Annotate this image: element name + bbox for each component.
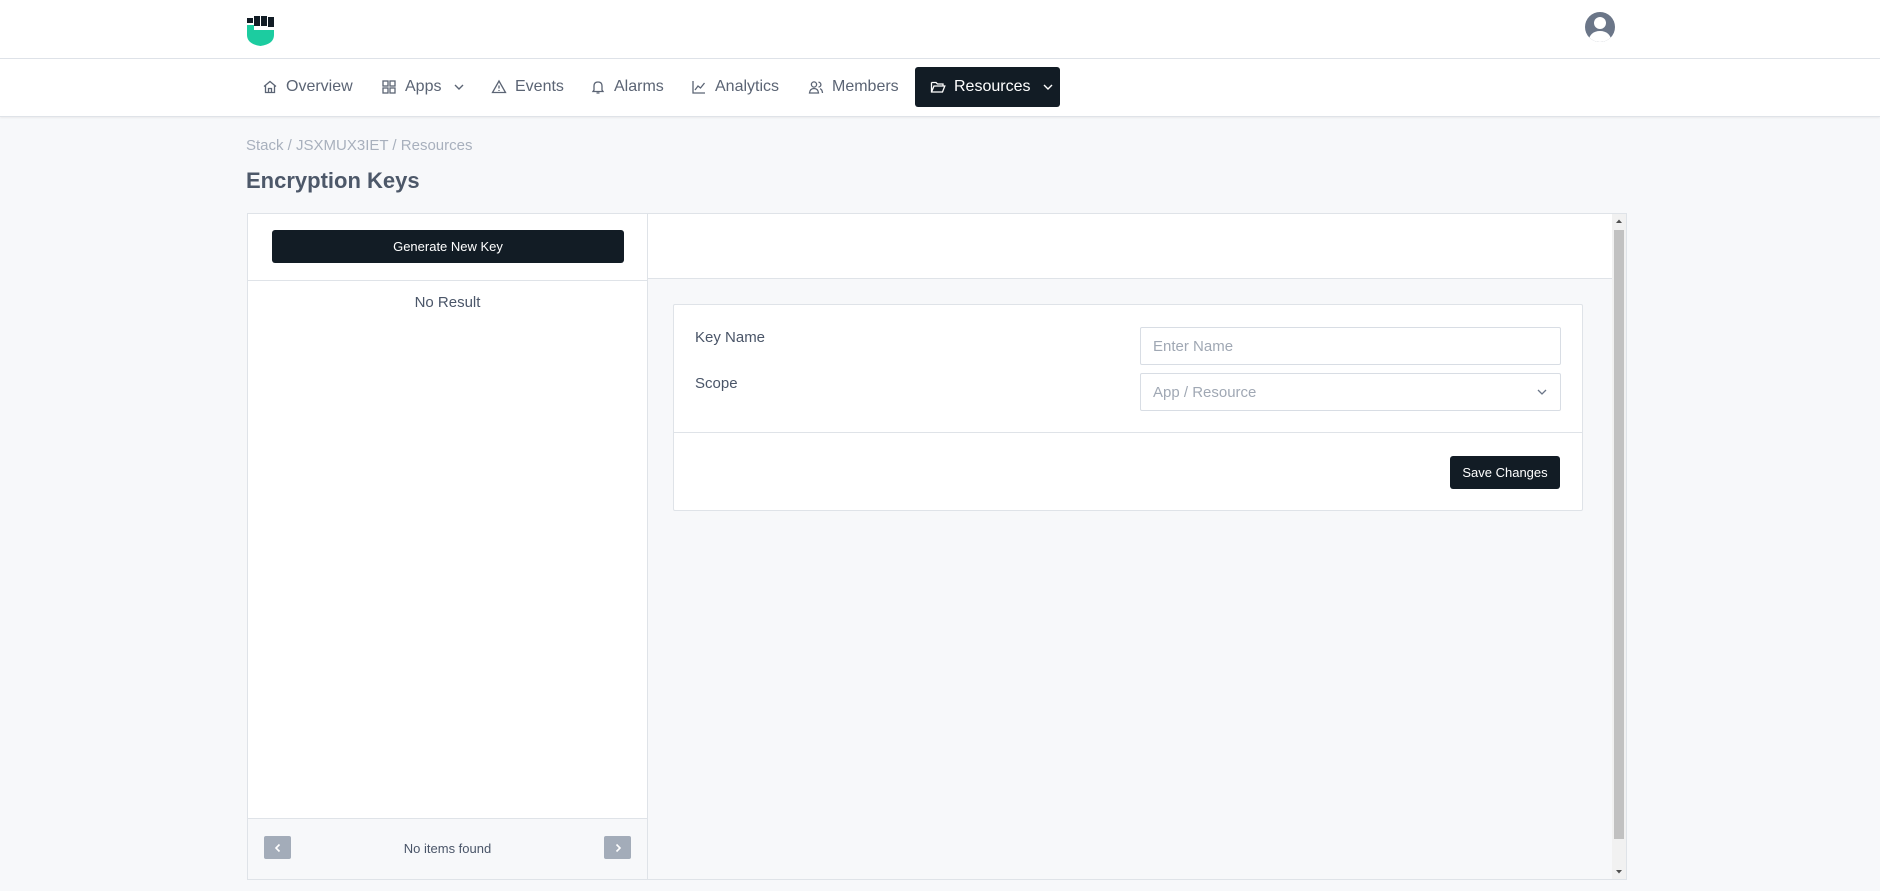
scroll-up-arrow-icon[interactable] [1615, 217, 1623, 225]
nav-item-label: Overview [286, 78, 353, 95]
nav-item-label: Alarms [614, 78, 664, 95]
nav-item-label: Analytics [715, 78, 780, 95]
empty-list-message: No Result [414, 294, 481, 311]
detail-header [648, 214, 1612, 279]
key-name-label: Key Name [695, 329, 766, 346]
nav-item-events[interactable]: Events [476, 67, 579, 107]
pagination-footer: No items found [248, 818, 647, 879]
scope-select[interactable]: App / Resource [1140, 373, 1561, 411]
key-name-input[interactable] [1140, 327, 1561, 365]
scope-label: Scope [695, 375, 738, 392]
breadcrumb[interactable]: Stack / JSXMUX3IET / Resources [246, 137, 472, 154]
folder-open-icon [930, 81, 946, 93]
user-avatar-icon [1588, 17, 1612, 42]
chevron-right-icon [615, 843, 621, 852]
nav-item-label: Members [832, 78, 899, 95]
generate-new-key-button[interactable]: Generate New Key [272, 230, 624, 263]
page-title: Encryption Keys [246, 168, 420, 193]
chevron-down-icon [1043, 84, 1053, 90]
pagination-status: No items found [403, 841, 492, 856]
encryption-keys-panel: Generate New Key No Result No items foun… [247, 213, 1627, 880]
logo-icon[interactable] [246, 16, 276, 46]
top-bar [0, 0, 1880, 59]
chevron-down-icon [454, 84, 464, 90]
key-detail-column: Key Name Scope App / Resource Save Chang… [648, 214, 1612, 879]
save-changes-button[interactable]: Save Changes [1450, 456, 1560, 489]
users-icon [808, 81, 824, 94]
nav-item-label: Resources [954, 78, 1031, 95]
user-avatar[interactable] [1585, 12, 1615, 42]
key-list-column: Generate New Key No Result No items foun… [248, 214, 648, 879]
warning-triangle-icon [491, 79, 507, 94]
nav-item-apps[interactable]: Apps [366, 67, 480, 107]
nav-item-members[interactable]: Members [793, 67, 914, 107]
bell-icon [591, 81, 605, 94]
scrollbar[interactable] [1612, 214, 1626, 879]
scope-select-placeholder: App / Resource [1153, 383, 1257, 401]
home-icon [263, 80, 277, 94]
key-form-card: Key Name Scope App / Resource Save Chang… [673, 304, 1583, 511]
nav-item-label: Events [515, 78, 564, 95]
chart-line-icon [692, 81, 706, 94]
nav-item-analytics[interactable]: Analytics [676, 67, 794, 107]
grid-icon [382, 80, 396, 94]
scroll-down-arrow-icon[interactable] [1615, 868, 1623, 876]
divider [248, 280, 647, 281]
nav-item-alarms[interactable]: Alarms [575, 67, 679, 107]
main-nav: Overview Apps Events Alarms Analytics Me… [0, 59, 1880, 117]
divider [674, 432, 1582, 433]
nav-item-resources[interactable]: Resources [915, 67, 1060, 107]
scroll-thumb[interactable] [1614, 230, 1624, 839]
nav-item-overview[interactable]: Overview [247, 67, 368, 107]
next-page-button[interactable] [604, 836, 631, 859]
chevron-down-icon [1537, 389, 1547, 395]
nav-item-label: Apps [405, 78, 442, 95]
